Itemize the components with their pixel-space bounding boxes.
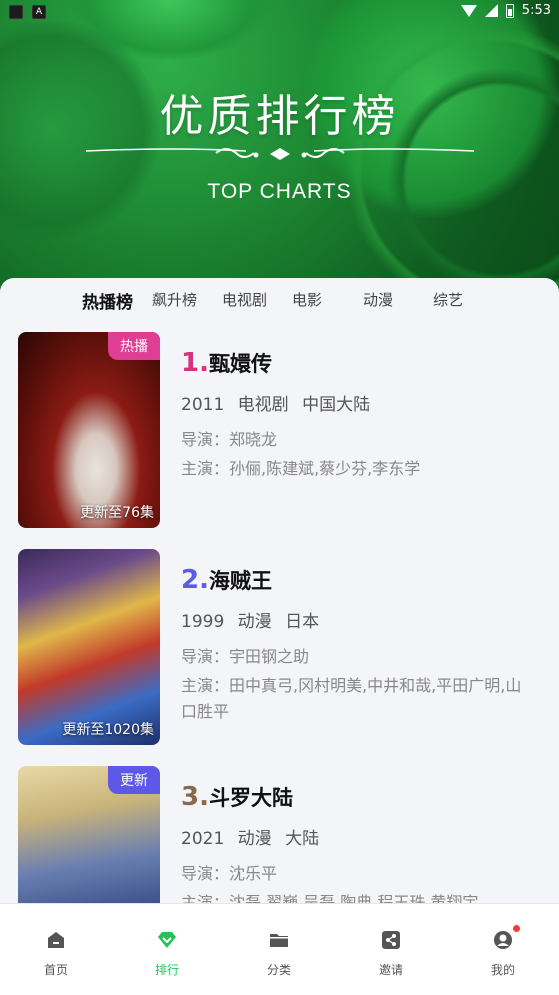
episode-status: 更新至1020集: [62, 722, 154, 738]
item-genre: 电视剧: [237, 395, 289, 415]
ornament-divider-icon: [86, 148, 474, 160]
item-genre: 动漫: [237, 829, 272, 849]
item-title[interactable]: 甄嬛传: [209, 352, 272, 376]
share-icon: [380, 929, 402, 951]
nav-label: 分类: [266, 963, 291, 977]
item-director: 导演：郑晓龙: [181, 430, 278, 449]
ranking-item[interactable]: 热播 更新至76集 1.甄嬛传 2011 电视剧 中国大陆 导演：郑晓龙 主演：…: [0, 332, 559, 532]
item-genre: 动漫: [237, 612, 272, 632]
item-region: 中国大陆: [302, 395, 371, 415]
tab-rising[interactable]: 飙升榜: [152, 289, 197, 310]
home-icon: [45, 929, 67, 951]
ranking-panel: 热播榜 飙升榜 电视剧 电影 动漫 综艺 热播 更新至76集 1.甄嬛传 201…: [0, 278, 559, 904]
bottom-navigation: 首页 排行 分类 邀请 我的: [0, 903, 559, 995]
app-notification-icon: [9, 5, 23, 19]
ranking-item[interactable]: 更新至1020集 2.海贼王 1999 动漫 日本 导演：宇田钢之助 主演：田中…: [0, 549, 559, 749]
folder-icon: [268, 929, 290, 951]
nav-profile[interactable]: 我的: [463, 925, 543, 978]
status-bar: A 5:53: [0, 0, 559, 22]
poster-image[interactable]: 热播 更新至76集: [18, 332, 160, 528]
banner-subtitle: TOP CHARTS: [207, 180, 352, 203]
nav-invite[interactable]: 邀请: [351, 929, 431, 978]
item-region: 大陆: [285, 829, 320, 849]
item-director: 导演：沈乐平: [181, 864, 278, 883]
wifi-icon: [460, 4, 477, 17]
badge-updated: 更新: [108, 766, 160, 794]
ranking-item[interactable]: 更新 3.斗罗大陆 2021 动漫 大陆 导演：沈乐平 主演：沈磊,翟巍,吴磊,…: [0, 766, 559, 904]
signal-icon: [484, 4, 498, 17]
poster-art: [18, 549, 160, 745]
banner-title: 优质排行榜: [159, 91, 400, 142]
battery-icon: [505, 3, 514, 18]
nav-label: 我的: [490, 963, 515, 977]
item-cast: 主演：沈磊,翟巍,吴磊,陶典,程玉珠,黄翔宇: [181, 893, 479, 904]
nav-home[interactable]: 首页: [16, 929, 96, 978]
badge-hot: 热播: [108, 332, 160, 360]
rank-number: 2.: [181, 565, 209, 595]
poster-art: [18, 332, 160, 528]
nav-label: 邀请: [378, 963, 403, 977]
header-banner: A 5:53 优质排行榜 TOP CHARTS: [0, 0, 559, 300]
tab-anime[interactable]: 动漫: [363, 289, 393, 310]
poster-image[interactable]: 更新至1020集: [18, 549, 160, 745]
profile-icon: [492, 925, 520, 951]
item-cast: 主演：孙俪,陈建斌,蔡少芬,李东学: [181, 459, 421, 478]
item-year: 1999: [181, 612, 225, 632]
nav-label: 首页: [43, 963, 68, 977]
rank-number: 3.: [181, 782, 209, 812]
item-title[interactable]: 海贼王: [209, 569, 272, 593]
tab-tv-series[interactable]: 电视剧: [222, 289, 267, 310]
item-region: 日本: [285, 612, 320, 632]
item-year: 2021: [181, 829, 225, 849]
item-year: 2011: [181, 395, 225, 415]
category-tabs: 热播榜 飙升榜 电视剧 电影 动漫 综艺: [0, 278, 559, 322]
rank-number: 1.: [181, 348, 209, 378]
poster-image[interactable]: 更新: [18, 766, 160, 904]
app-badge-icon: A: [32, 5, 46, 19]
tab-movie[interactable]: 电影: [292, 289, 322, 310]
item-cast: 主演：田中真弓,冈村明美,中井和哉,平田广明,山口胜平: [181, 676, 522, 721]
nav-category[interactable]: 分类: [239, 929, 319, 978]
tab-hot[interactable]: 热播榜: [82, 288, 133, 313]
ranking-icon: [156, 929, 178, 951]
nav-label: 排行: [154, 963, 179, 977]
item-director: 导演：宇田钢之助: [181, 647, 310, 666]
nav-ranking[interactable]: 排行: [127, 929, 207, 978]
episode-status: 更新至76集: [80, 505, 154, 521]
notification-dot: [513, 925, 520, 932]
item-title[interactable]: 斗罗大陆: [209, 786, 293, 810]
tab-variety[interactable]: 综艺: [433, 289, 463, 310]
status-time: 5:53: [521, 3, 551, 18]
